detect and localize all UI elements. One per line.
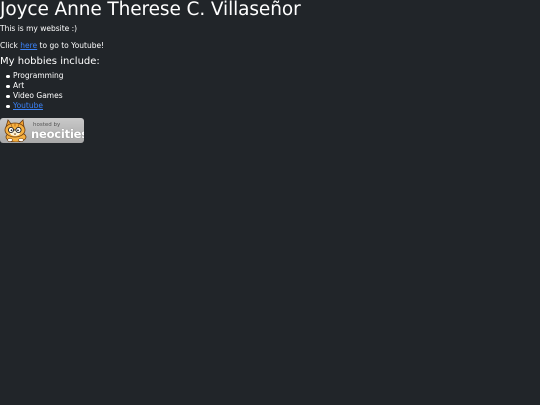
bullet-icon [6,104,10,108]
hobbies-list: Programming Art Video Games Youtube [6,71,64,111]
youtube-here-link[interactable]: here [20,41,37,50]
hobbies-heading: My hobbies include: [0,56,100,67]
hobby-label: Programming [13,71,64,80]
hobby-item-youtube: Youtube [6,101,64,111]
page-title: Joyce Anne Therese C. Villaseñor [0,0,301,20]
hobby-label: Video Games [13,91,63,100]
bullet-icon [6,74,10,78]
bullet-icon [6,84,10,88]
hobby-youtube-link[interactable]: Youtube [13,101,43,110]
badge-brand-text: neocities [31,127,84,141]
hobby-item-video-games: Video Games [6,91,64,101]
youtube-line-prefix: Click [0,41,21,50]
neocities-badge[interactable]: hosted by neocities [0,118,84,143]
hobby-label: Art [13,81,25,90]
youtube-line: Click here to go to Youtube! [0,41,104,50]
bullet-icon [6,94,10,98]
youtube-line-suffix: to go to Youtube! [37,41,105,50]
hobby-item-programming: Programming [6,71,64,81]
page: Joyce Anne Therese C. Villaseñor This is… [0,0,540,405]
neocities-cat-icon [4,119,27,142]
hobby-item-art: Art [6,81,64,91]
intro-text: This is my website :) [0,24,78,33]
